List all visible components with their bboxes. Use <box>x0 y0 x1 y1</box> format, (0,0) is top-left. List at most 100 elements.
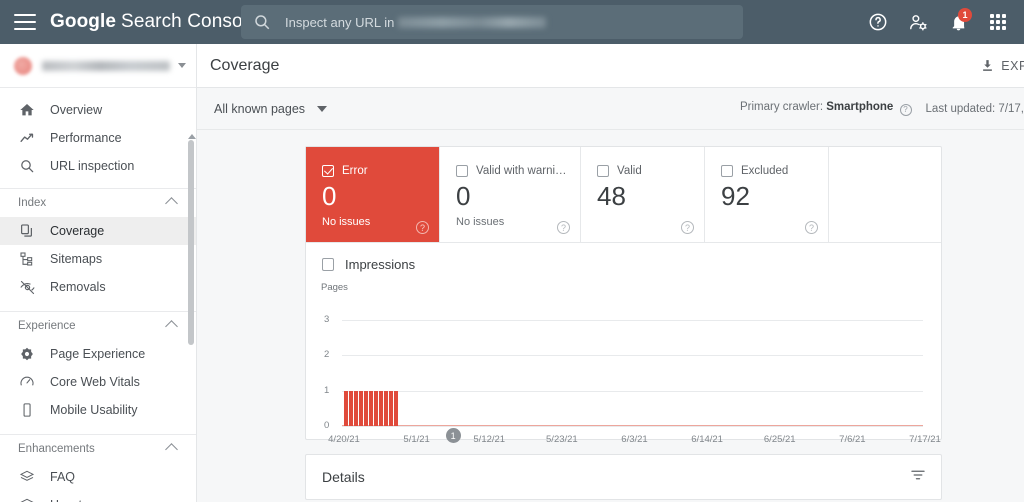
primary-crawler-info: Primary crawler: Smartphone ? <box>740 101 912 116</box>
x-tick-label: 5/23/21 <box>546 434 578 445</box>
layers-icon <box>18 496 36 502</box>
eye-off-icon <box>18 278 36 296</box>
status-card-value: 48 <box>597 183 692 210</box>
sidebar-item-label: Core Web Vitals <box>50 375 140 389</box>
content-area: Error 0 No issues ? Valid with warnin… 0… <box>197 130 1024 500</box>
notifications-bell-icon[interactable]: 1 <box>938 0 978 44</box>
apps-grid-icon[interactable] <box>978 0 1018 44</box>
sidebar-item-label: How to <box>50 498 89 502</box>
sidebar-item-sitemaps[interactable]: Sitemaps <box>0 245 196 273</box>
scrollbar-thumb[interactable] <box>188 140 194 345</box>
page-title: Coverage <box>210 57 279 75</box>
sidebar-group-enhancements[interactable]: Enhancements <box>0 435 196 463</box>
x-tick-label: 5/12/21 <box>473 434 505 445</box>
chart-bar[interactable] <box>359 391 363 426</box>
status-checkbox[interactable] <box>322 165 334 177</box>
help-circle-icon[interactable]: ? <box>681 221 694 234</box>
chevron-down-icon <box>178 63 186 68</box>
account-settings-icon[interactable] <box>898 0 938 44</box>
status-card-value: 0 <box>322 183 427 210</box>
sidebar-item-page-experience[interactable]: Page Experience <box>0 340 196 368</box>
property-selector[interactable] <box>0 44 196 88</box>
sidebar-item-faq[interactable]: FAQ <box>0 463 196 491</box>
export-button[interactable]: EXP <box>970 54 1024 77</box>
sidebar-scrollbar[interactable] <box>188 134 194 502</box>
help-circle-icon[interactable]: ? <box>557 221 570 234</box>
help-circle-icon[interactable]: ? <box>900 104 912 116</box>
status-card-header: Excluded <box>721 165 816 177</box>
sidebar-item-label: Sitemaps <box>50 252 102 266</box>
chart-bar[interactable] <box>344 391 348 426</box>
chart-bar[interactable] <box>389 391 393 426</box>
scroll-up-arrow-icon[interactable] <box>188 134 196 139</box>
sidebar-item-mobile-usability[interactable]: Mobile Usability <box>0 396 196 424</box>
status-checkbox[interactable] <box>456 165 468 177</box>
status-card-value: 92 <box>721 183 816 210</box>
status-card-header: Valid with warnin… <box>456 165 568 177</box>
speedometer-icon <box>18 373 36 391</box>
sidebar: Overview Performance URL inspection <box>0 44 197 502</box>
impressions-checkbox[interactable] <box>322 258 334 271</box>
details-title: Details <box>322 469 365 485</box>
hamburger-icon[interactable] <box>14 14 36 30</box>
status-card-sub: No issues <box>322 216 427 228</box>
last-updated-text: Last updated: 7/17, <box>926 103 1024 115</box>
status-card-sub: No issues <box>456 216 568 228</box>
chart-bar[interactable] <box>379 391 383 426</box>
status-checkbox[interactable] <box>721 165 733 177</box>
home-icon <box>18 101 36 119</box>
sidebar-item-performance[interactable]: Performance <box>0 124 196 152</box>
filter-list-icon[interactable] <box>909 466 927 489</box>
status-card-label: Valid with warnin… <box>476 165 568 177</box>
scope-filter-dropdown[interactable]: All known pages <box>214 102 327 116</box>
chart-bar[interactable] <box>369 391 373 426</box>
help-icon[interactable] <box>858 0 898 44</box>
primary-crawler-prefix: Primary crawler: <box>740 101 823 113</box>
chart-bar[interactable] <box>384 391 388 426</box>
status-card-excluded[interactable]: Excluded 92 ? <box>705 147 829 242</box>
status-card-header: Error <box>322 165 427 177</box>
sidebar-item-label: Coverage <box>50 224 104 238</box>
chart-bar[interactable] <box>374 391 378 426</box>
mobile-phone-icon <box>18 401 36 419</box>
brand-logo: GoogleSearch Console <box>50 11 258 33</box>
chart-bar[interactable] <box>349 391 353 426</box>
status-card-empty-slot <box>829 147 941 242</box>
pages-copy-icon <box>18 222 36 240</box>
help-circle-icon[interactable]: ? <box>416 221 429 234</box>
chevron-up-icon <box>165 320 178 333</box>
sidebar-group-index[interactable]: Index <box>0 189 196 217</box>
url-inspection-search[interactable]: Inspect any URL in <box>241 5 743 39</box>
download-icon <box>980 58 995 73</box>
sidebar-item-overview[interactable]: Overview <box>0 96 196 124</box>
status-checkbox[interactable] <box>597 165 609 177</box>
sidebar-item-url-inspection[interactable]: URL inspection <box>0 152 196 180</box>
chevron-up-icon <box>165 443 178 456</box>
chart-annotation-marker[interactable]: 1 <box>446 428 461 443</box>
sidebar-item-removals[interactable]: Removals <box>0 273 196 301</box>
sidebar-group-label: Enhancements <box>18 443 95 455</box>
chart-bar[interactable] <box>354 391 358 426</box>
sidebar-item-label: Performance <box>50 131 122 145</box>
top-header-bar: GoogleSearch Console Inspect any URL in <box>0 0 1024 44</box>
header-icon-group: 1 <box>858 0 1018 44</box>
chart-bar[interactable] <box>394 391 398 426</box>
status-card-valid-with-warnings[interactable]: Valid with warnin… 0 No issues ? <box>439 147 581 242</box>
chevron-down-icon <box>317 106 327 112</box>
status-card-header: Valid <box>597 165 692 177</box>
status-card-valid[interactable]: Valid 48 ? <box>581 147 705 242</box>
chart-plot-area: Pages 0123 4/20/215/1/215/12/215/23/216/… <box>306 286 941 426</box>
sidebar-item-core-web-vitals[interactable]: Core Web Vitals <box>0 368 196 396</box>
sidebar-item-how-to[interactable]: How to <box>0 491 196 502</box>
details-panel: Details <box>305 454 942 500</box>
sidebar-group-experience[interactable]: Experience <box>0 312 196 340</box>
status-card-error[interactable]: Error 0 No issues ? <box>306 147 439 242</box>
search-input-placeholder: Inspect any URL in <box>285 15 394 30</box>
sidebar-group-label: Experience <box>18 320 76 332</box>
sidebar-item-coverage[interactable]: Coverage <box>0 217 196 245</box>
search-console-page: GoogleSearch Console Inspect any URL in <box>0 0 1024 502</box>
x-tick-label: 7/17/21 <box>909 434 941 445</box>
legend-label-impressions: Impressions <box>345 257 415 272</box>
chart-bar[interactable] <box>364 391 368 426</box>
help-circle-icon[interactable]: ? <box>805 221 818 234</box>
